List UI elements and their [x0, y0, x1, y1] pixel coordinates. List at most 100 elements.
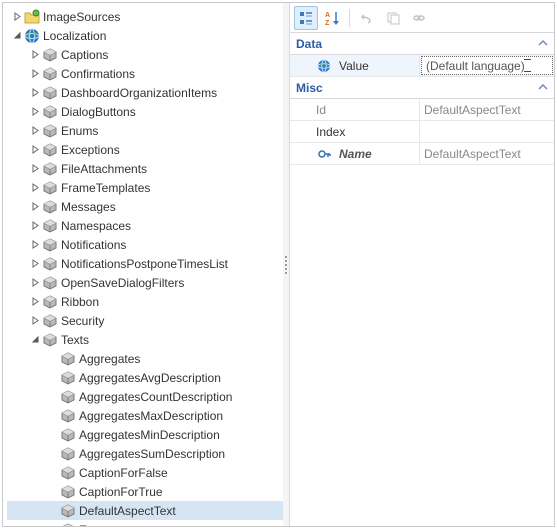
- expand-toggle-closed[interactable]: [29, 49, 41, 61]
- undo-button[interactable]: [355, 6, 379, 30]
- sort-az-icon: A Z: [324, 10, 340, 26]
- alphabetical-button[interactable]: A Z: [320, 6, 344, 30]
- expand-toggle-closed[interactable]: [29, 220, 41, 232]
- tree-node[interactable]: DialogButtons: [7, 102, 283, 121]
- tree-node[interactable]: DashboardOrganizationItems: [7, 83, 283, 102]
- expand-toggle-closed[interactable]: [29, 277, 41, 289]
- expand-toggle-closed[interactable]: [29, 106, 41, 118]
- tree-node[interactable]: OpenSaveDialogFilters: [7, 273, 283, 292]
- tree-node[interactable]: AggregatesSumDescription: [7, 444, 283, 463]
- tree-node[interactable]: DefaultAspectText: [7, 501, 283, 520]
- tree-node[interactable]: CaptionForFalse: [7, 463, 283, 482]
- tree-node[interactable]: Captions: [7, 45, 283, 64]
- cube-icon: [42, 332, 58, 348]
- prop-row-value[interactable]: Value (Default language): [290, 55, 554, 77]
- cube-icon: [42, 275, 58, 291]
- tree-node-label: CaptionForTrue: [79, 485, 169, 499]
- tree-node-label: Confirmations: [61, 67, 141, 81]
- tree-pane: ImageSourcesLocalizationCaptions Confirma…: [3, 3, 283, 526]
- expand-toggle-closed[interactable]: [29, 201, 41, 213]
- cube-icon: [60, 446, 76, 462]
- copy-button[interactable]: [381, 6, 405, 30]
- cube-icon: [42, 66, 58, 82]
- categorized-icon: [298, 10, 314, 26]
- prop-row-name[interactable]: Name DefaultAspectText: [290, 143, 554, 165]
- folder-img-icon: [24, 9, 40, 25]
- tree-node[interactable]: NotificationsPostponeTimesList: [7, 254, 283, 273]
- tree-node-label: Messages: [61, 200, 122, 214]
- tree-node[interactable]: Notifications: [7, 235, 283, 254]
- expand-toggle-closed[interactable]: [29, 144, 41, 156]
- tree-view[interactable]: ImageSourcesLocalizationCaptions Confirma…: [3, 7, 283, 526]
- property-grid[interactable]: Data Value (Default language) Mi: [290, 33, 554, 526]
- prop-row-index[interactable]: Index: [290, 121, 554, 143]
- globe-icon: [316, 58, 332, 74]
- prop-label-value: Value: [339, 59, 369, 73]
- tree-node[interactable]: Confirmations: [7, 64, 283, 83]
- cube-icon: [60, 484, 76, 500]
- globe-icon: [24, 28, 40, 44]
- tree-node[interactable]: Exceptions: [7, 140, 283, 159]
- prop-name-value: Value: [290, 55, 420, 76]
- expand-toggle-closed[interactable]: [29, 125, 41, 137]
- expand-toggle-closed[interactable]: [29, 315, 41, 327]
- cube-icon: [60, 351, 76, 367]
- prop-name-id: Id: [290, 99, 420, 120]
- undo-icon: [359, 10, 375, 26]
- splitter-grip-icon: [285, 256, 287, 274]
- expand-toggle-closed[interactable]: [29, 239, 41, 251]
- cube-icon: [60, 427, 76, 443]
- tree-node[interactable]: Aggregates: [7, 349, 283, 368]
- expand-toggle-open[interactable]: [29, 334, 41, 346]
- prop-value-index[interactable]: [420, 121, 554, 142]
- tree-node[interactable]: AggregatesCountDescription: [7, 387, 283, 406]
- cube-icon: [60, 503, 76, 519]
- cube-icon: [60, 465, 76, 481]
- tree-node[interactable]: Messages: [7, 197, 283, 216]
- expand-toggle-closed[interactable]: [29, 182, 41, 194]
- category-misc[interactable]: Misc: [290, 77, 554, 99]
- tree-node[interactable]: AggregatesMinDescription: [7, 425, 283, 444]
- tree-node[interactable]: Namespaces: [7, 216, 283, 235]
- tree-node[interactable]: FileAttachments: [7, 159, 283, 178]
- tree-node[interactable]: FrameTemplates: [7, 178, 283, 197]
- svg-text:Z: Z: [325, 20, 330, 26]
- tree-node-label: Notifications: [61, 238, 132, 252]
- expand-toggle-closed[interactable]: [29, 87, 41, 99]
- category-misc-label: Misc: [296, 81, 323, 95]
- expand-toggle-closed[interactable]: [29, 258, 41, 270]
- tree-node[interactable]: CaptionForTrue: [7, 482, 283, 501]
- prop-row-id[interactable]: Id DefaultAspectText: [290, 99, 554, 121]
- property-toolbar: A Z: [290, 3, 554, 33]
- link-button[interactable]: [407, 6, 431, 30]
- svg-text:A: A: [325, 12, 330, 19]
- tree-node[interactable]: AggregatesMaxDescription: [7, 406, 283, 425]
- toolbar-sep: [349, 9, 350, 27]
- tree-node-label: AggregatesAvgDescription: [79, 371, 227, 385]
- tree-node[interactable]: Localization: [7, 26, 283, 45]
- tree-node[interactable]: Ribbon: [7, 292, 283, 311]
- prop-value-value[interactable]: (Default language): [421, 56, 553, 75]
- chevron-up-icon: [538, 37, 548, 51]
- cube-icon: [42, 256, 58, 272]
- category-data[interactable]: Data: [290, 33, 554, 55]
- cube-icon: [42, 85, 58, 101]
- tree-node[interactable]: AggregatesAvgDescription: [7, 368, 283, 387]
- tree-node-label: Security: [61, 314, 110, 328]
- tree-node[interactable]: ImageSources: [7, 7, 283, 26]
- categorized-button[interactable]: [294, 6, 318, 30]
- expand-toggle-open[interactable]: [11, 30, 23, 42]
- tree-node[interactable]: Enums: [7, 121, 283, 140]
- cube-icon: [60, 522, 76, 527]
- tree-node[interactable]: Security: [7, 311, 283, 330]
- tree-node-label: Ribbon: [61, 295, 105, 309]
- cube-icon: [42, 47, 58, 63]
- expand-toggle-closed[interactable]: [29, 163, 41, 175]
- app-frame: ImageSourcesLocalizationCaptions Confirma…: [2, 2, 555, 527]
- expand-toggle-closed[interactable]: [29, 296, 41, 308]
- tree-node[interactable]: Texts: [7, 330, 283, 349]
- expand-toggle-closed[interactable]: [11, 11, 23, 23]
- expand-toggle-closed[interactable]: [29, 68, 41, 80]
- tree-node[interactable]: Error: [7, 520, 283, 526]
- property-pane: A Z: [289, 3, 554, 526]
